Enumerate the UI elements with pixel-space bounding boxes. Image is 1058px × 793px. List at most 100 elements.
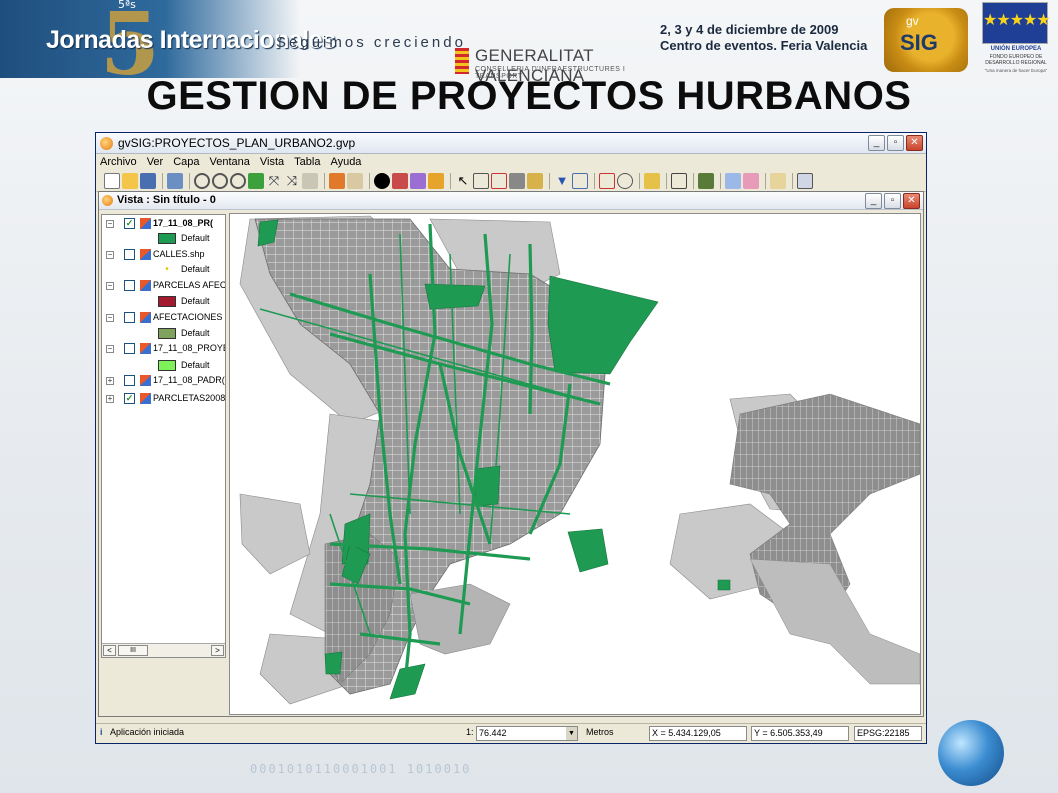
menu-ayuda[interactable]: Ayuda	[330, 156, 361, 168]
scale-value: 76.442	[479, 728, 507, 738]
scale-dropdown-icon[interactable]: ▼	[566, 727, 577, 740]
toc-legend-row: Default	[102, 295, 222, 310]
main-toolbar: ⤧ ⤨ ↖ ▼	[96, 170, 926, 192]
eraser-icon[interactable]	[302, 172, 318, 189]
rectangle-icon[interactable]	[599, 172, 615, 189]
view-restore-button[interactable]: ▫	[884, 193, 901, 209]
pan-hand-icon[interactable]	[347, 172, 363, 189]
layer-type-icon	[140, 249, 151, 260]
scroll-thumb[interactable]: III	[118, 645, 148, 656]
layer-name[interactable]: AFECTACIONES /	[153, 312, 225, 322]
close-button[interactable]: ✕	[906, 135, 923, 151]
layer-checkbox[interactable]	[124, 280, 135, 291]
view-titlebar[interactable]: Vista : Sin título - 0 _ ▫ ✕	[99, 192, 923, 210]
menu-bar: Archivo Ver Capa Ventana Vista Tabla Ayu…	[96, 154, 926, 170]
menu-archivo[interactable]: Archivo	[100, 156, 137, 168]
legend-label: Default	[181, 296, 210, 306]
menu-tabla[interactable]: Tabla	[294, 156, 320, 168]
menu-ver[interactable]: Ver	[147, 156, 164, 168]
map-canvas[interactable]	[229, 213, 921, 715]
layers-icon[interactable]	[167, 172, 183, 189]
measure-distance-icon[interactable]	[428, 172, 444, 189]
layer-checkbox[interactable]: ✓	[124, 393, 135, 404]
frame-icon[interactable]	[329, 172, 345, 189]
open-folder-icon[interactable]	[122, 172, 138, 189]
window-titlebar[interactable]: gvSIG:PROYECTOS_PLAN_URBANO2.gvp _ ▫ ✕	[96, 133, 926, 154]
collapse-toggle[interactable]: −	[106, 251, 114, 259]
layer-checkbox[interactable]	[124, 312, 135, 323]
menu-ventana[interactable]: Ventana	[210, 156, 250, 168]
layer-checkbox[interactable]	[124, 343, 135, 354]
info-icon[interactable]	[374, 172, 390, 189]
select-arrow-icon[interactable]: ↖	[455, 173, 471, 189]
edit-table-icon[interactable]	[644, 172, 660, 189]
paste-icon[interactable]	[743, 172, 759, 189]
toc-legend-row: Default	[102, 232, 222, 247]
edit-icon[interactable]	[770, 172, 786, 189]
view-minimize-button[interactable]: _	[865, 193, 882, 209]
restore-button[interactable]: ▫	[887, 135, 904, 151]
filter-icon[interactable]: ▼	[554, 173, 570, 189]
zoom-layer-icon[interactable]	[248, 172, 264, 189]
collapse-toggle[interactable]: −	[106, 345, 114, 353]
select-layer-icon[interactable]	[509, 172, 525, 189]
save-icon[interactable]	[140, 172, 156, 189]
event-edition: 5ªs	[118, 0, 136, 11]
epsg-code: EPSG:22185	[854, 726, 922, 741]
query-icon[interactable]	[617, 172, 633, 189]
zoom-extent-icon[interactable]: ⤨	[284, 173, 300, 189]
decorative-binary-strip: 0001010110001001 1010010	[250, 762, 472, 776]
collapse-toggle[interactable]: −	[106, 314, 114, 322]
select-by-attributes-icon[interactable]	[527, 172, 543, 189]
copy-icon[interactable]	[725, 172, 741, 189]
scroll-right-button[interactable]: >	[211, 645, 224, 656]
scale-input[interactable]: 76.442 ▼	[476, 726, 578, 741]
layer-checkbox[interactable]	[124, 375, 135, 386]
collapse-toggle[interactable]: −	[106, 220, 114, 228]
zoom-in-icon[interactable]	[194, 172, 210, 189]
layer-checkbox[interactable]: ✓	[124, 218, 135, 229]
x-coordinate: X = 5.434.129,05	[649, 726, 747, 741]
calculator-icon[interactable]	[671, 172, 687, 189]
zoom-window-icon[interactable]	[230, 172, 246, 189]
layer-name[interactable]: PARCLETAS2008	[153, 393, 225, 403]
export-icon[interactable]	[797, 172, 813, 189]
layer-checkbox[interactable]	[124, 249, 135, 260]
measure-area-icon[interactable]	[410, 172, 426, 189]
minimize-button[interactable]: _	[868, 135, 885, 151]
layer-type-icon	[140, 280, 151, 291]
legend-swatch	[158, 328, 176, 339]
generalitat-emblem-icon	[455, 48, 469, 74]
layer-name[interactable]: CALLES.shp	[153, 249, 205, 259]
expand-toggle[interactable]: +	[106, 395, 114, 403]
view-icon	[102, 195, 113, 206]
layer-name[interactable]: PARCELAS AFECT	[153, 280, 225, 290]
new-file-icon[interactable]	[104, 172, 120, 189]
tools-icon[interactable]	[698, 172, 714, 189]
collapse-toggle[interactable]: −	[106, 282, 114, 290]
event-date: 2, 3 y 4 de diciembre de 2009 Centro de …	[660, 22, 867, 54]
layer-name[interactable]: 17_11_08_PR(	[153, 218, 213, 228]
menu-capa[interactable]: Capa	[173, 156, 199, 168]
table-link-icon[interactable]	[572, 172, 588, 189]
select-polygon-icon[interactable]	[491, 172, 507, 189]
toc-legend-row: • Default	[102, 263, 222, 278]
zoom-full-icon[interactable]: ⤧	[266, 173, 282, 189]
y-coordinate: Y = 6.505.353,49	[751, 726, 849, 741]
select-rectangle-icon[interactable]	[473, 172, 489, 189]
layer-name[interactable]: 17_11_08_PROYE	[153, 343, 225, 353]
scroll-left-button[interactable]: <	[103, 645, 116, 656]
locate-icon[interactable]	[392, 172, 408, 189]
view-window: Vista : Sin título - 0 _ ▫ ✕ − ✓ 17_11_0…	[98, 191, 924, 717]
event-tagline: Seguimos creciendo	[276, 34, 466, 51]
zoom-out-icon[interactable]	[212, 172, 228, 189]
expand-toggle[interactable]: +	[106, 377, 114, 385]
view-close-button[interactable]: ✕	[903, 193, 920, 209]
toc-horizontal-scrollbar[interactable]: < III >	[102, 643, 225, 657]
eu-motto: "Una manera de hacer Europa"	[984, 68, 1048, 73]
menu-vista[interactable]: Vista	[260, 156, 284, 168]
toc-legend-row: Default	[102, 327, 222, 342]
status-info-icon: i	[100, 727, 103, 737]
window-title: gvSIG:PROYECTOS_PLAN_URBANO2.gvp	[118, 136, 356, 150]
layer-name[interactable]: 17_11_08_PADR(	[153, 375, 225, 385]
